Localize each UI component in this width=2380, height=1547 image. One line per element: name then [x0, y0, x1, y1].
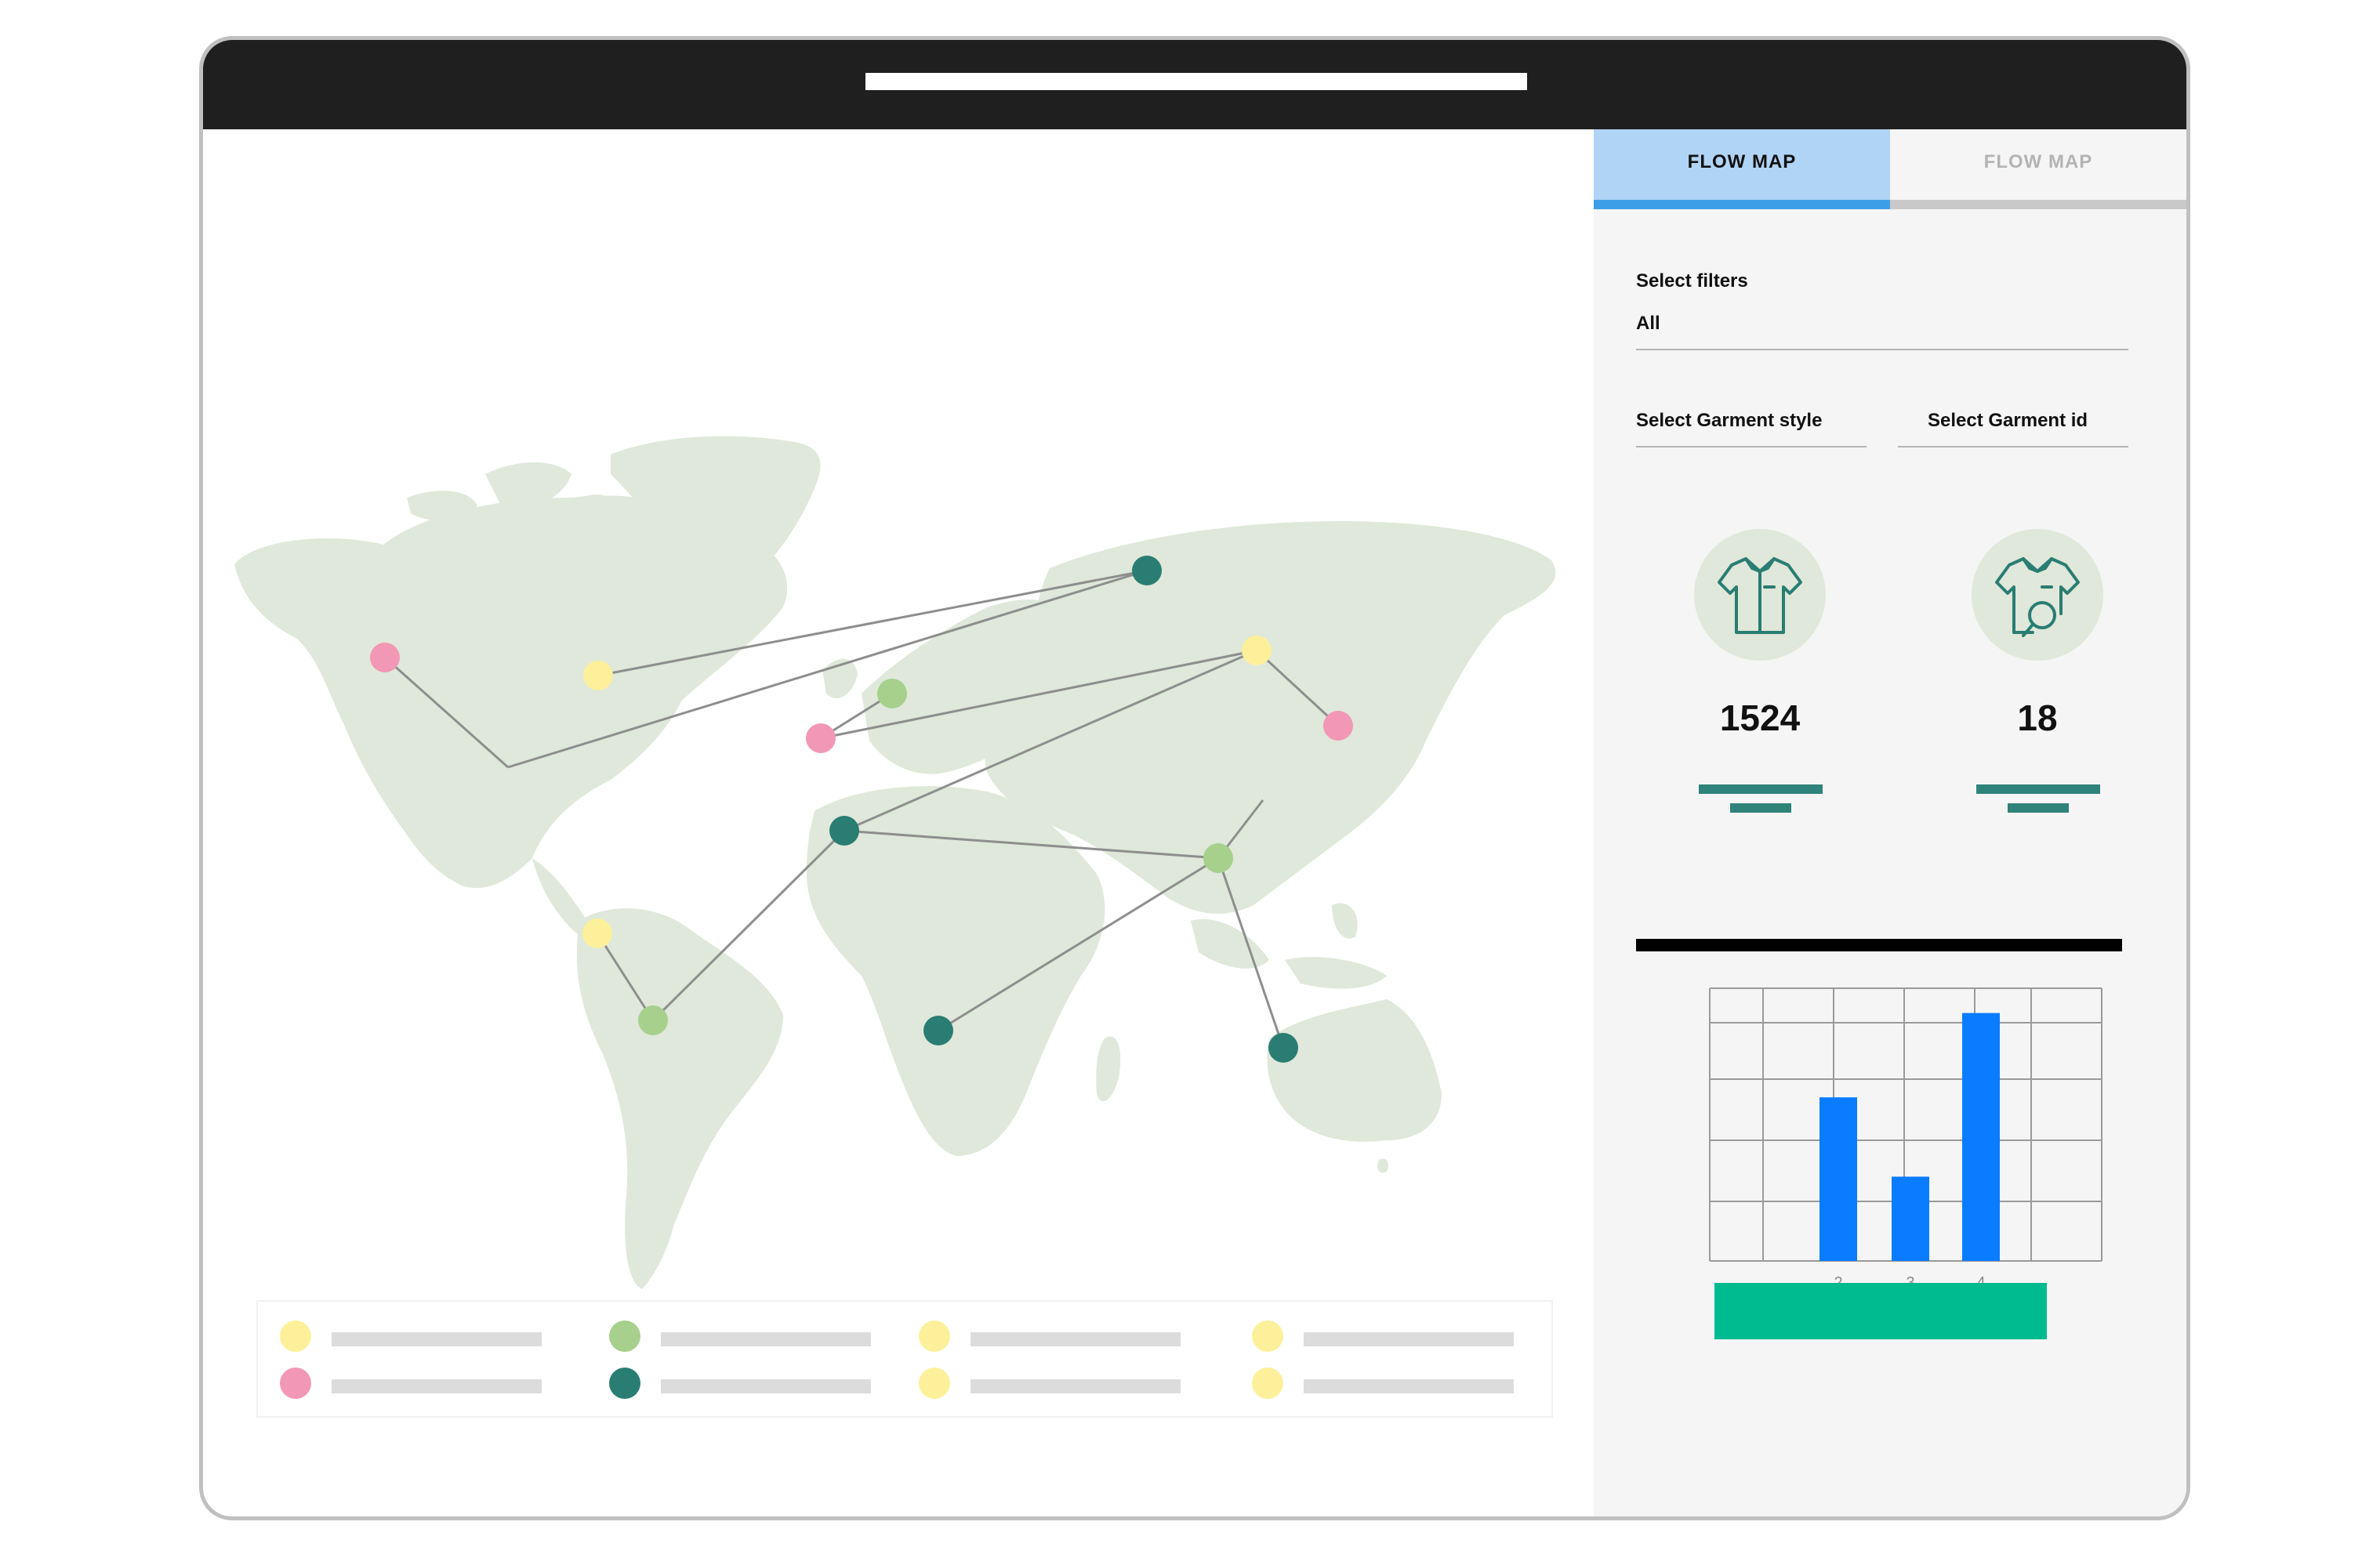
map-node-australia[interactable]	[1268, 1033, 1298, 1063]
legend-dot-yellow-icon	[1252, 1368, 1283, 1399]
legend-item	[609, 1368, 899, 1399]
browser-window: FLOW MAP FLOW MAP Select filters All Sel…	[199, 36, 2190, 1520]
continents	[234, 436, 1556, 1289]
map-node-japan[interactable]	[1323, 711, 1353, 741]
map-node-brazil[interactable]	[638, 1005, 668, 1035]
tasmania-landmass	[1377, 1158, 1388, 1173]
map-legend	[256, 1300, 1553, 1418]
south-america-landmass	[576, 908, 783, 1289]
legend-dot-yellow-icon	[919, 1321, 950, 1352]
legend-dot-pink-icon	[280, 1368, 311, 1399]
bar-chart: 234	[1709, 987, 2102, 1292]
garment-style-underline	[1636, 446, 1867, 447]
shirt-icon	[1694, 529, 1826, 661]
stat-underline-bar-short	[2008, 803, 2069, 813]
stat-underline-bar-short	[1730, 803, 1791, 813]
garment-id-underline	[1898, 446, 2128, 447]
map-node-europe[interactable]	[877, 679, 907, 708]
legend-item	[1252, 1368, 1542, 1399]
legend-label	[332, 1379, 542, 1393]
legend-label	[1304, 1379, 1514, 1393]
legend-label	[971, 1332, 1181, 1346]
apply-button[interactable]	[1714, 1283, 2047, 1339]
chart-header-bar	[1636, 939, 2122, 951]
legend-item	[280, 1321, 570, 1352]
chart-bar-3[interactable]	[1892, 1176, 1929, 1261]
filters-label: Select filters	[1636, 270, 1748, 292]
map-node-alaska[interactable]	[370, 643, 400, 672]
map-node-uk[interactable]	[806, 723, 836, 753]
shirt-search-icon	[1972, 529, 2103, 661]
legend-dot-yellow-icon	[919, 1368, 950, 1399]
legend-label	[661, 1332, 871, 1346]
legend-dot-teal-icon	[609, 1368, 640, 1399]
legend-item	[1252, 1321, 1542, 1352]
garment-style-select[interactable]: Select Garment style	[1636, 410, 1822, 432]
southeast-asia-islands	[1191, 903, 1387, 989]
chart-bar-2[interactable]	[1819, 1097, 1857, 1261]
legend-item	[919, 1368, 1209, 1399]
map-node-mongolia[interactable]	[1242, 636, 1272, 665]
legend-label	[1304, 1332, 1514, 1346]
legend-item	[609, 1321, 899, 1352]
map-node-southafrica[interactable]	[923, 1016, 953, 1045]
address-bar[interactable]	[865, 73, 1527, 90]
window-titlebar	[203, 40, 2186, 129]
tab-flow-map-inactive[interactable]: FLOW MAP	[1890, 129, 2186, 209]
filters-select-value[interactable]: All	[1636, 313, 1660, 335]
legend-dot-yellow-icon	[280, 1321, 311, 1352]
legend-item	[280, 1368, 570, 1399]
madagascar-landmass	[1096, 1036, 1121, 1102]
side-panel: FLOW MAP FLOW MAP Select filters All Sel…	[1594, 129, 2186, 1516]
legend-label	[661, 1379, 871, 1393]
map-node-siberia[interactable]	[1132, 556, 1162, 585]
filters-select-underline	[1636, 349, 2128, 350]
legend-label	[971, 1379, 1181, 1393]
map-node-sahara[interactable]	[829, 816, 859, 846]
map-node-canada[interactable]	[583, 661, 613, 690]
tab-flow-map-active[interactable]: FLOW MAP	[1594, 129, 1890, 209]
legend-label	[332, 1332, 542, 1346]
map-node-colombia[interactable]	[582, 918, 612, 948]
legend-dot-yellow-icon	[1252, 1321, 1283, 1352]
legend-dot-light-green-icon	[609, 1321, 640, 1352]
legend-item	[919, 1321, 1209, 1352]
chart-bar-4[interactable]	[1962, 1013, 2000, 1261]
map-node-india[interactable]	[1203, 843, 1233, 873]
australia-landmass	[1267, 999, 1442, 1142]
garment-id-count-value: 18	[2017, 697, 2058, 738]
stat-underline-bar	[1976, 784, 2100, 794]
stat-underline-bar	[1699, 784, 1823, 794]
garment-count-value: 1524	[1719, 697, 1801, 738]
flow-map[interactable]	[203, 129, 1594, 1516]
garment-id-select[interactable]: Select Garment id	[1928, 410, 2088, 432]
